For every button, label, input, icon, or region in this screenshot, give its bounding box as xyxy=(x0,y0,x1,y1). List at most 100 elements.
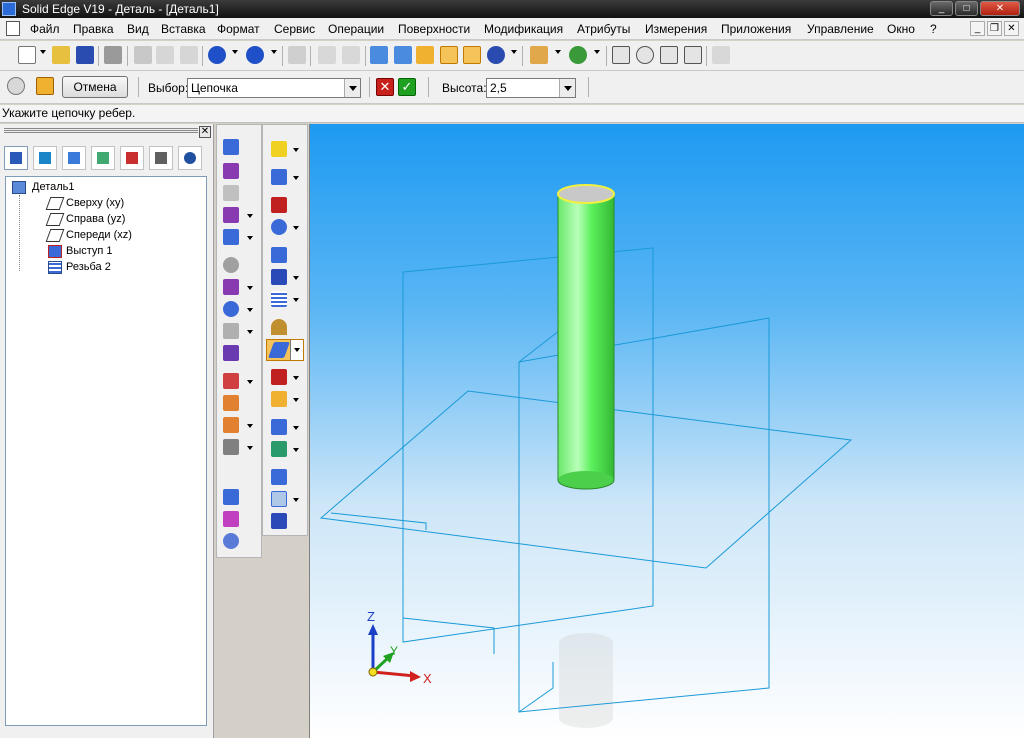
menu-view[interactable]: Вид xyxy=(127,22,149,36)
engineering-tab-icon[interactable] xyxy=(149,146,173,170)
menu-measure[interactable]: Измерения xyxy=(645,22,707,36)
front-plane[interactable] xyxy=(518,317,770,713)
shell-icon[interactable] xyxy=(271,391,287,407)
menu-edit[interactable]: Правка xyxy=(73,22,114,36)
part-icon[interactable] xyxy=(36,77,54,95)
chevron-down-icon[interactable] xyxy=(293,276,299,280)
menu-applications[interactable]: Приложения xyxy=(721,22,791,36)
new-file-icon[interactable] xyxy=(18,46,36,64)
pane-grip[interactable] xyxy=(4,128,198,131)
offset-icon[interactable] xyxy=(271,513,287,529)
close-button[interactable]: ✕ xyxy=(980,1,1020,16)
pattern-icon[interactable] xyxy=(223,489,239,505)
chevron-down-icon[interactable] xyxy=(247,286,253,290)
coordinate-system-icon[interactable] xyxy=(271,219,287,235)
chevron-down-icon[interactable] xyxy=(511,50,517,54)
chamfer-icon[interactable] xyxy=(271,369,287,385)
menu-insert[interactable]: Вставка xyxy=(161,22,206,36)
chevron-down-icon[interactable] xyxy=(293,226,299,230)
protrusion-icon[interactable] xyxy=(223,139,239,155)
maximize-button[interactable]: □ xyxy=(955,1,978,16)
dome-icon[interactable] xyxy=(271,319,287,335)
chevron-down-icon[interactable] xyxy=(247,380,253,384)
feature-library-tab-icon[interactable] xyxy=(62,146,86,170)
height-input[interactable]: 2,5 xyxy=(486,78,576,98)
menu-help[interactable]: ? xyxy=(930,22,937,36)
chevron-down-icon[interactable] xyxy=(247,330,253,334)
pan-icon[interactable] xyxy=(684,46,702,64)
globe-icon[interactable] xyxy=(487,46,505,64)
accept-icon[interactable]: ✓ xyxy=(398,78,416,96)
shaded-with-edges-icon[interactable] xyxy=(440,46,458,64)
cut-icon[interactable] xyxy=(134,46,152,64)
sweep-icon[interactable] xyxy=(223,207,239,223)
menu-modify[interactable]: Модификация xyxy=(484,22,563,36)
sensors-tab-icon[interactable] xyxy=(120,146,144,170)
protrusion-cylinder[interactable] xyxy=(557,184,615,490)
vent-icon[interactable] xyxy=(223,395,239,411)
doc-minimize-button[interactable]: _ xyxy=(970,21,985,36)
menu-tools[interactable]: Сервис xyxy=(274,22,315,36)
zoom-area-icon[interactable] xyxy=(612,46,630,64)
mirror-icon[interactable] xyxy=(223,511,239,527)
cancel-button[interactable]: Отмена xyxy=(62,76,128,98)
draft-icon[interactable] xyxy=(223,301,239,317)
chevron-down-icon[interactable] xyxy=(232,50,238,54)
revolved-protrusion-icon[interactable] xyxy=(223,163,239,179)
chevron-down-icon[interactable] xyxy=(559,79,575,97)
paste-icon[interactable] xyxy=(180,46,198,64)
chevron-down-icon[interactable] xyxy=(293,498,299,502)
lip-icon[interactable] xyxy=(223,373,239,389)
plane-icon[interactable] xyxy=(271,197,287,213)
doc-close-button[interactable]: ✕ xyxy=(1004,21,1019,36)
layers-tab-icon[interactable] xyxy=(91,146,115,170)
doc-restore-button[interactable]: ❐ xyxy=(987,21,1002,36)
open-folder-icon[interactable] xyxy=(52,46,70,64)
menu-file[interactable]: Файл xyxy=(30,22,60,36)
copy-icon[interactable] xyxy=(156,46,174,64)
chevron-down-icon[interactable] xyxy=(247,214,253,218)
web-network-icon[interactable] xyxy=(223,439,239,455)
reject-icon[interactable]: ✕ xyxy=(376,78,394,96)
graphics-viewport[interactable]: Z Y X xyxy=(309,124,1024,738)
tree-item-top-plane[interactable]: Сверху (xy) xyxy=(66,197,124,209)
top-face-edge[interactable] xyxy=(557,184,615,204)
select-tool-icon[interactable] xyxy=(318,46,336,64)
chevron-down-icon[interactable] xyxy=(293,426,299,430)
cutout-icon[interactable] xyxy=(223,185,239,201)
chevron-down-icon[interactable] xyxy=(293,298,299,302)
chevron-down-icon[interactable] xyxy=(594,50,600,54)
save-icon[interactable] xyxy=(76,46,94,64)
tree-item-thread[interactable]: Резьба 2 xyxy=(66,261,111,273)
rotate-icon[interactable] xyxy=(569,46,587,64)
select-arrow-icon[interactable] xyxy=(271,141,287,157)
chevron-down-icon[interactable] xyxy=(555,50,561,54)
properties-icon[interactable] xyxy=(342,46,360,64)
view-iso-icon[interactable] xyxy=(370,46,388,64)
view-top-icon[interactable] xyxy=(394,46,412,64)
minimize-button[interactable]: _ xyxy=(930,1,953,16)
round-icon[interactable] xyxy=(223,279,239,295)
loft-icon[interactable] xyxy=(223,229,239,245)
chevron-down-icon[interactable] xyxy=(247,424,253,428)
chevron-down-icon[interactable] xyxy=(247,446,253,450)
select-mode-dropdown[interactable]: Цепочка xyxy=(187,78,361,98)
fit-icon[interactable] xyxy=(660,46,678,64)
sketch-icon[interactable] xyxy=(271,169,287,185)
round-edge-button[interactable] xyxy=(266,339,304,361)
chevron-down-icon[interactable] xyxy=(293,148,299,152)
chevron-down-icon[interactable] xyxy=(247,236,253,240)
boolean-icon[interactable] xyxy=(271,269,287,285)
shaded-icon[interactable] xyxy=(416,46,434,64)
add-body-icon[interactable] xyxy=(271,441,287,457)
undo-icon[interactable] xyxy=(208,46,226,64)
tree-root[interactable]: Деталь1 xyxy=(32,181,75,193)
menu-format[interactable]: Формат xyxy=(217,22,260,36)
menu-surfaces[interactable]: Поверхности xyxy=(398,22,470,36)
hole-icon[interactable] xyxy=(223,257,239,273)
thin-wall-icon[interactable] xyxy=(223,323,239,339)
chevron-down-icon[interactable] xyxy=(294,348,300,352)
options-icon[interactable] xyxy=(7,77,25,95)
chevron-down-icon[interactable] xyxy=(293,398,299,402)
right-plane[interactable] xyxy=(402,247,654,643)
